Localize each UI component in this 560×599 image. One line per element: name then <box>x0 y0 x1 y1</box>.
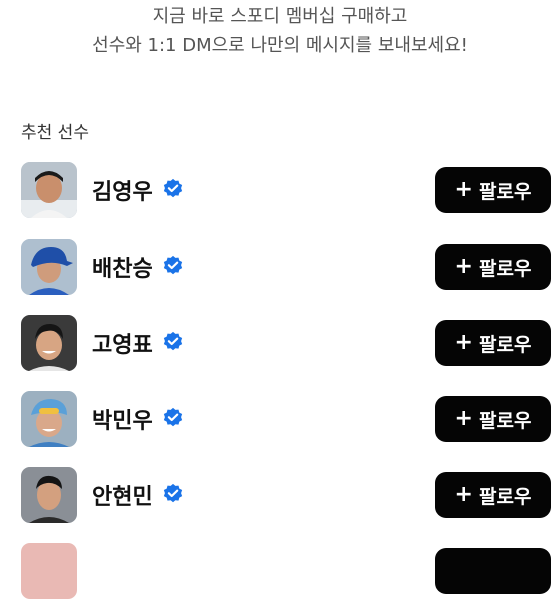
verified-badge-icon <box>163 407 183 427</box>
follow-label: 팔로우 <box>478 409 532 432</box>
player-avatar[interactable] <box>21 315 77 371</box>
player-avatar[interactable] <box>21 391 77 447</box>
player-row[interactable] <box>0 543 560 599</box>
follow-button[interactable]: + 팔로우 <box>435 396 551 442</box>
player-avatar[interactable] <box>21 162 77 218</box>
follow-button[interactable]: + 팔로우 <box>435 472 551 518</box>
verified-badge-icon <box>163 255 183 275</box>
player-name[interactable]: 배찬승 <box>92 251 153 283</box>
follow-label: 팔로우 <box>478 180 532 203</box>
plus-icon: + <box>454 482 473 507</box>
plus-icon: + <box>454 254 473 279</box>
plus-icon: + <box>454 406 473 431</box>
player-name[interactable]: 안현민 <box>92 479 153 511</box>
verified-badge-icon <box>163 178 183 198</box>
player-row[interactable]: 박민우 + 팔로우 <box>0 391 560 447</box>
plus-icon: + <box>454 330 473 355</box>
promo-line-1: 지금 바로 스포디 멤버십 구매하고 <box>152 6 408 27</box>
player-avatar[interactable] <box>21 239 77 295</box>
verified-badge-icon <box>163 483 183 503</box>
plus-icon: + <box>454 177 473 202</box>
follow-button[interactable]: + 팔로우 <box>435 167 551 213</box>
follow-label: 팔로우 <box>478 333 532 356</box>
follow-label: 팔로우 <box>478 257 532 280</box>
player-avatar[interactable] <box>21 543 77 599</box>
membership-promo: 지금 바로 스포디 멤버십 구매하고 선수와 1:1 DM으로 나만의 메시지를… <box>0 2 560 60</box>
follow-button[interactable]: + 팔로우 <box>435 320 551 366</box>
player-row[interactable]: 고영표 + 팔로우 <box>0 315 560 371</box>
verified-badge-icon <box>163 331 183 351</box>
follow-label: 팔로우 <box>478 485 532 508</box>
player-name[interactable]: 김영우 <box>92 174 153 206</box>
player-name[interactable]: 고영표 <box>92 327 153 359</box>
follow-button[interactable]: + 팔로우 <box>435 244 551 290</box>
promo-line-2: 선수와 1:1 DM으로 나만의 메시지를 보내보세요! <box>92 35 468 56</box>
player-row[interactable]: 배찬승 + 팔로우 <box>0 239 560 295</box>
player-row[interactable]: 안현민 + 팔로우 <box>0 467 560 523</box>
follow-button[interactable] <box>435 548 551 594</box>
recommended-players-title: 추천 선수 <box>21 123 89 143</box>
player-avatar[interactable] <box>21 467 77 523</box>
player-row[interactable]: 김영우 + 팔로우 <box>0 162 560 218</box>
player-name[interactable]: 박민우 <box>92 403 153 435</box>
